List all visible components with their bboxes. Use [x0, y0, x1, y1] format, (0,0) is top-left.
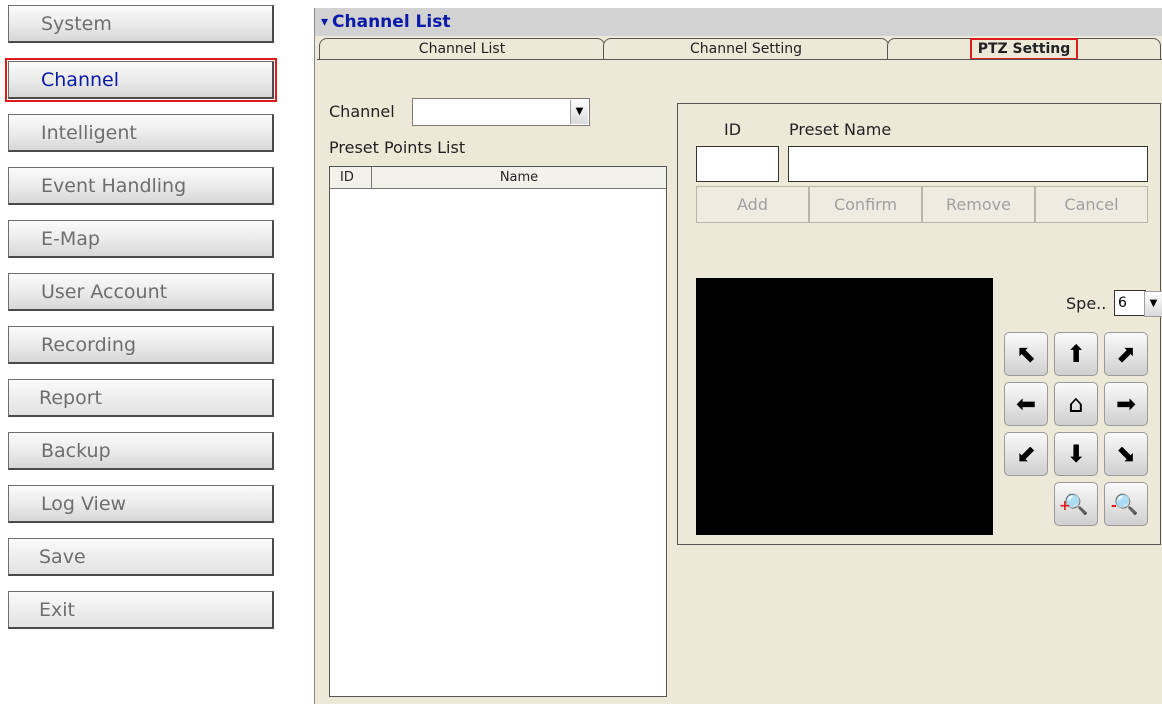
preset-id-input[interactable] — [696, 146, 779, 182]
zoom-out-icon: 🔍 — [1113, 492, 1139, 516]
remove-button[interactable]: Remove — [922, 186, 1035, 223]
chevron-down-icon[interactable]: ▼ — [1144, 291, 1162, 317]
confirm-button[interactable]: Confirm — [809, 186, 922, 223]
sidebar-item-system[interactable]: System — [8, 5, 274, 43]
ptz-up-button[interactable]: ⬆ — [1054, 332, 1098, 376]
ptz-right-button[interactable]: ➡ — [1104, 382, 1148, 426]
panel-title-bar: ▾ Channel List — [315, 8, 1162, 36]
tab-channel-list[interactable]: Channel List — [319, 38, 605, 60]
zoom-in-button[interactable]: 🔍 + — [1054, 482, 1098, 526]
channel-select[interactable]: ▼ — [412, 98, 590, 126]
column-header-id[interactable]: ID — [330, 167, 372, 189]
channel-label: Channel — [329, 102, 395, 121]
sidebar-item-channel[interactable]: Channel — [5, 58, 277, 102]
sidebar-item-event-handling[interactable]: Event Handling — [8, 167, 274, 205]
tab-ptz-setting-label: PTZ Setting — [969, 38, 1079, 60]
sidebar-item-intelligent[interactable]: Intelligent — [8, 114, 274, 152]
tab-ptz-setting[interactable]: PTZ Setting — [887, 38, 1161, 60]
add-button[interactable]: Add — [696, 186, 809, 223]
speed-value: 6 — [1118, 295, 1127, 311]
preset-points-list[interactable]: ID Name — [329, 166, 667, 697]
minus-icon: - — [1111, 498, 1117, 514]
sidebar-item-emap[interactable]: E-Map — [8, 220, 274, 258]
sidebar-item-backup[interactable]: Backup — [8, 432, 274, 470]
preset-name-input[interactable] — [788, 146, 1148, 182]
sidebar-item-user-account[interactable]: User Account — [8, 273, 274, 311]
speed-select[interactable]: 6 ▼ — [1114, 290, 1162, 317]
channel-list-icon: ▾ — [321, 14, 329, 30]
ptz-down-button[interactable]: ⬇ — [1054, 432, 1098, 476]
ptz-down-left-button[interactable]: ⬋ — [1004, 432, 1048, 476]
speed-label: Spe.. — [1066, 294, 1107, 313]
preset-name-label: Preset Name — [789, 120, 892, 139]
column-header-name[interactable]: Name — [372, 167, 666, 189]
video-preview — [696, 278, 993, 535]
ptz-down-right-button[interactable]: ⬊ — [1104, 432, 1148, 476]
sidebar-item-save[interactable]: Save — [8, 538, 274, 576]
preset-id-label: ID — [724, 120, 742, 139]
ptz-left-button[interactable]: ⬅ — [1004, 382, 1048, 426]
plus-icon: + — [1059, 498, 1071, 514]
cancel-button[interactable]: Cancel — [1035, 186, 1148, 223]
ptz-up-left-button[interactable]: ⬉ — [1004, 332, 1048, 376]
chevron-down-icon[interactable]: ▼ — [570, 100, 588, 124]
sidebar-item-report[interactable]: Report — [8, 379, 274, 417]
panel-title: Channel List — [332, 12, 451, 32]
preset-points-label: Preset Points List — [329, 138, 466, 157]
sidebar-item-exit[interactable]: Exit — [8, 591, 274, 629]
tab-divider — [317, 59, 1162, 60]
zoom-out-button[interactable]: 🔍 - — [1104, 482, 1148, 526]
sidebar-item-log-view[interactable]: Log View — [8, 485, 274, 523]
tab-channel-setting[interactable]: Channel Setting — [603, 38, 889, 60]
sidebar-item-recording[interactable]: Recording — [8, 326, 274, 364]
ptz-home-button[interactable]: ⌂ — [1054, 382, 1098, 426]
ptz-up-right-button[interactable]: ⬈ — [1104, 332, 1148, 376]
